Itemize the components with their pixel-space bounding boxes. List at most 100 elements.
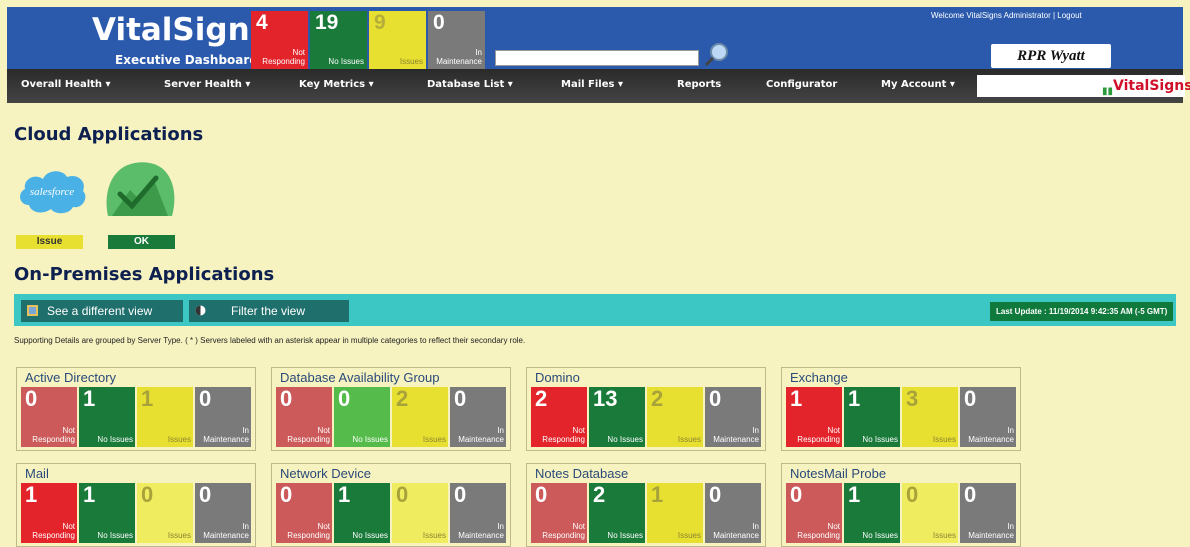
tile-label: No Issues (607, 435, 643, 444)
search-icon[interactable] (704, 42, 730, 68)
group-mail[interactable]: Mail 1 Not Responding 1 No Issues 0 Issues 0 In Ma… (16, 463, 256, 547)
filter-view-button[interactable]: Filter the view (189, 300, 349, 322)
tile-count: 1 (790, 386, 803, 411)
group-title: Exchange (790, 370, 848, 385)
client-logo: RPR Wyatt (991, 44, 1111, 68)
nav-key-metrics[interactable]: Key Metrics ▾ (299, 79, 374, 90)
maintenance-tile[interactable]: 0 In Maintenance (450, 482, 506, 543)
tile-label: Issues (167, 531, 191, 540)
tile-label: Issues (422, 435, 446, 444)
maintenance-tile[interactable]: 0 In Maintenance (450, 386, 506, 447)
status-badge: Issue (16, 235, 83, 249)
tile-label: In Maintenance (968, 522, 1014, 540)
tile-label: In Maintenance (458, 426, 504, 444)
tile-label: In Maintenance (968, 426, 1014, 444)
issues-tile[interactable]: 0 Issues (902, 482, 958, 543)
cloud-heading: Cloud Applications (14, 124, 204, 145)
tile-label: No Issues (862, 435, 898, 444)
not-responding-tile[interactable]: 0 Not Responding (276, 386, 332, 447)
maintenance-tile[interactable]: 0 In Maintenance (195, 386, 251, 447)
issues-tile[interactable]: 1 Issues (137, 386, 193, 447)
tile-label: No Issues (607, 531, 643, 540)
group-database-availability-group[interactable]: Database Availability Group 0 Not Respondin… (271, 367, 511, 451)
tile-label: Not Responding (542, 426, 585, 444)
salesforce-icon[interactable]: salesforce (15, 165, 89, 217)
main-nav: Overall Health ▾ Server Health ▾ Key Met… (7, 69, 1190, 103)
brand-bars-icon: ▮▮ (1102, 86, 1114, 97)
not-responding-tile[interactable]: 1 Not Responding (786, 386, 842, 447)
group-active-directory[interactable]: Active Directory 0 Not Responding 1 No Issues… (16, 367, 256, 451)
not-responding-tile[interactable]: 2 Not Responding (531, 386, 587, 447)
maintenance-tile[interactable]: 0 In Maintenance (960, 482, 1016, 543)
tile-label: Not Responding (32, 522, 75, 540)
issues-tile[interactable]: 0 Issues (392, 482, 448, 543)
nav-my-account[interactable]: My Account ▾ (881, 79, 955, 90)
nav-reports[interactable]: Reports (677, 79, 721, 90)
tile-label: Issues (677, 435, 701, 444)
mountain-cloud-icon[interactable] (104, 158, 176, 220)
search-input[interactable] (495, 50, 699, 66)
group-exchange[interactable]: Exchange 1 Not Responding 1 No Issues 3 Issues 0… (781, 367, 1021, 451)
header-not-responding-tile[interactable]: 4 Not Responding (251, 11, 308, 69)
group-notesmail-probe[interactable]: NotesMail Probe 0 Not Responding 1 No Issues 0… (781, 463, 1021, 547)
maintenance-tile[interactable]: 0 In Maintenance (705, 386, 761, 447)
tile-label: Not Responding (797, 426, 840, 444)
nav-database-list[interactable]: Database List ▾ (427, 79, 513, 90)
not-responding-tile[interactable]: 0 Not Responding (531, 482, 587, 543)
welcome-text[interactable]: Welcome VitalSigns Administrator | Logou… (931, 11, 1082, 20)
nav-server-health[interactable]: Server Health ▾ (164, 79, 250, 90)
no-issues-tile[interactable]: 1 No Issues (844, 482, 900, 543)
app-subtitle: Executive Dashboard (115, 53, 258, 67)
no-issues-tile[interactable]: 1 No Issues (334, 482, 390, 543)
tile-label: No Issues (352, 531, 388, 540)
nav-mail-files[interactable]: Mail Files ▾ (561, 79, 623, 90)
tile-label: Not Responding (287, 426, 330, 444)
maintenance-tile[interactable]: 0 In Maintenance (705, 482, 761, 543)
not-responding-tile[interactable]: 0 Not Responding (21, 386, 77, 447)
group-domino[interactable]: Domino 2 Not Responding 13 No Issues 2 Issues 0 I… (526, 367, 766, 451)
not-responding-tile[interactable]: 0 Not Responding (786, 482, 842, 543)
group-title: Database Availability Group (280, 370, 440, 385)
issues-tile[interactable]: 1 Issues (647, 482, 703, 543)
nav-configurator[interactable]: Configurator (766, 79, 837, 90)
issues-tile[interactable]: 3 Issues (902, 386, 958, 447)
issues-tile[interactable]: 2 Issues (392, 386, 448, 447)
group-notes-database[interactable]: Notes Database 0 Not Responding 2 No Issues 1 I… (526, 463, 766, 547)
no-issues-tile[interactable]: 1 No Issues (844, 386, 900, 447)
tile-label: In Maintenance (458, 522, 504, 540)
header-issues-tile[interactable]: 9 Issues (369, 11, 426, 69)
no-issues-tile[interactable]: 1 No Issues (79, 386, 135, 447)
tile-count: 1 (25, 482, 38, 507)
maintenance-tile[interactable]: 0 In Maintenance (195, 482, 251, 543)
tile-count: 0 (280, 386, 293, 411)
tile-count: 13 (593, 386, 618, 411)
no-issues-tile[interactable]: 0 No Issues (334, 386, 390, 447)
issues-tile[interactable]: 0 Issues (137, 482, 193, 543)
tile-count: 0 (433, 11, 445, 34)
no-issues-tile[interactable]: 1 No Issues (79, 482, 135, 543)
tile-label: Issues (932, 531, 956, 540)
not-responding-tile[interactable]: 0 Not Responding (276, 482, 332, 543)
no-issues-tile[interactable]: 13 No Issues (589, 386, 645, 447)
app-title: VitalSigns (92, 12, 269, 48)
tile-count: 1 (83, 386, 96, 411)
tile-label: In Maintenance (203, 522, 249, 540)
tile-count: 0 (454, 386, 467, 411)
tile-count: 2 (593, 482, 606, 507)
header-maintenance-tile[interactable]: 0 In Maintenance (428, 11, 485, 69)
tile-label: Not Responding (32, 426, 75, 444)
filter-icon (195, 305, 206, 316)
see-different-view-button[interactable]: See a different view (21, 300, 183, 322)
header-no-issues-tile[interactable]: 19 No Issues (310, 11, 367, 69)
tile-label: In Maintenance (713, 426, 759, 444)
nav-overall-health[interactable]: Overall Health ▾ (21, 79, 111, 90)
no-issues-tile[interactable]: 2 No Issues (589, 482, 645, 543)
maintenance-tile[interactable]: 0 In Maintenance (960, 386, 1016, 447)
tile-count: 0 (141, 482, 154, 507)
not-responding-tile[interactable]: 1 Not Responding (21, 482, 77, 543)
group-network-device[interactable]: Network Device 0 Not Responding 1 No Issues 0 I… (271, 463, 511, 547)
tile-count: 9 (374, 11, 386, 34)
view-toolbar: See a different view Filter the view Las… (14, 294, 1176, 326)
brand-logo: ▮▮ VitalSigns (977, 75, 1190, 97)
issues-tile[interactable]: 2 Issues (647, 386, 703, 447)
